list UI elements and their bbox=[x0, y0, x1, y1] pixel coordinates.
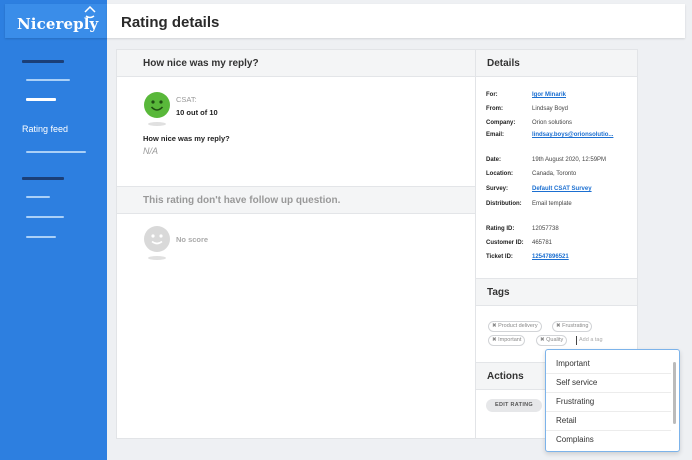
from-label: From: bbox=[486, 106, 503, 112]
sidebar-item-6[interactable] bbox=[22, 177, 64, 180]
question-header-text: How nice was my reply? bbox=[143, 58, 259, 69]
actions-title: Actions bbox=[487, 371, 524, 382]
dropdown-option-self-service[interactable]: Self service bbox=[546, 373, 671, 393]
option-label: Frustrating bbox=[556, 397, 595, 406]
dropdown-option-complains[interactable]: Complains bbox=[546, 430, 671, 449]
tag-label: Frustrating bbox=[562, 323, 589, 329]
sidebar-item-8[interactable] bbox=[26, 216, 64, 218]
smiley-shadow bbox=[148, 256, 166, 260]
tags-title: Tags bbox=[487, 287, 510, 298]
from-value: Lindsay Boyd bbox=[532, 106, 569, 112]
sidebar-item-2[interactable] bbox=[26, 79, 70, 81]
answer-text: N/A bbox=[143, 146, 159, 156]
sidebar-item-5[interactable] bbox=[26, 151, 86, 153]
followup-header: This rating don't have follow up questio… bbox=[117, 186, 475, 214]
page-title: Rating details bbox=[121, 14, 220, 31]
tag-suggestions-dropdown: Important Self service Frustrating Retai… bbox=[545, 349, 680, 452]
survey-label: Survey: bbox=[486, 186, 509, 192]
question-text: How nice was my reply? bbox=[143, 134, 230, 143]
dropdown-scrollbar[interactable] bbox=[673, 362, 676, 424]
customer-id-label: Customer ID: bbox=[486, 240, 524, 246]
sidebar: Nicereply Rating feed bbox=[0, 0, 107, 460]
location-value: Canada, Toronto bbox=[532, 171, 577, 177]
sidebar-item-7[interactable] bbox=[26, 196, 50, 198]
remove-tag-icon[interactable]: ✖ bbox=[540, 337, 545, 343]
tags-header: Tags bbox=[476, 278, 637, 306]
sidebar-item-3[interactable] bbox=[26, 98, 56, 101]
top-bar: Rating details bbox=[107, 4, 685, 38]
happy-smiley-icon bbox=[144, 92, 170, 118]
email-link[interactable]: lindsay.boys@orionsolutio... bbox=[532, 132, 613, 138]
rating-id-value: 12057738 bbox=[532, 226, 559, 232]
edit-rating-button[interactable]: EDIT RATING bbox=[486, 399, 542, 412]
remove-tag-icon[interactable]: ✖ bbox=[492, 323, 497, 329]
for-label: For: bbox=[486, 92, 498, 98]
remove-tag-icon[interactable]: ✖ bbox=[556, 323, 561, 329]
distribution-label: Distribution: bbox=[486, 201, 522, 207]
survey-link[interactable]: Default CSAT Survey bbox=[532, 186, 592, 192]
company-label: Company: bbox=[486, 120, 516, 126]
for-link[interactable]: Igor Minarik bbox=[532, 92, 566, 98]
smiley-shadow bbox=[148, 122, 166, 126]
distribution-value: Email template bbox=[532, 201, 572, 207]
logo-icon bbox=[84, 6, 96, 19]
sidebar-item-1[interactable] bbox=[22, 60, 64, 63]
followup-header-text: This rating don't have follow up questio… bbox=[143, 195, 341, 206]
date-value: 19th August 2020, 12:59PM bbox=[532, 157, 607, 163]
neutral-smiley-icon bbox=[144, 226, 170, 252]
location-label: Location: bbox=[486, 171, 513, 177]
company-value: Orion solutions bbox=[532, 120, 573, 126]
tag-important[interactable]: ✖ Important bbox=[488, 335, 526, 346]
details-title: Details bbox=[487, 58, 520, 69]
email-label: Email: bbox=[486, 132, 505, 138]
logo-area[interactable]: Nicereply bbox=[5, 4, 107, 38]
details-header: Details bbox=[476, 50, 637, 77]
ticket-id-link[interactable]: 12547896521 bbox=[532, 254, 569, 260]
no-score-text: No score bbox=[176, 235, 209, 244]
sidebar-item-9[interactable] bbox=[26, 236, 56, 238]
sidebar-item-rating-feed[interactable]: Rating feed bbox=[22, 124, 68, 134]
tag-label: Important bbox=[498, 337, 522, 343]
option-label: Retail bbox=[556, 416, 577, 425]
option-label: Complains bbox=[556, 435, 594, 444]
dropdown-option-retail[interactable]: Retail bbox=[546, 411, 671, 431]
rating-id-label: Rating ID: bbox=[486, 226, 515, 232]
dropdown-option-frustrating[interactable]: Frustrating bbox=[546, 392, 671, 412]
customer-id-value: 465781 bbox=[532, 240, 553, 246]
ticket-id-label: Ticket ID: bbox=[486, 254, 513, 260]
question-header: How nice was my reply? bbox=[117, 50, 475, 77]
tag-quality[interactable]: ✖ Quality bbox=[536, 335, 568, 346]
option-label: Self service bbox=[556, 378, 598, 387]
remove-tag-icon[interactable]: ✖ bbox=[492, 337, 497, 343]
csat-label: CSAT: bbox=[176, 95, 197, 104]
dropdown-option-important[interactable]: Important bbox=[546, 354, 671, 374]
option-label: Important bbox=[556, 359, 590, 368]
csat-value: 10 out of 10 bbox=[176, 108, 218, 117]
tag-label: Product delivery bbox=[498, 323, 538, 329]
tag-frustrating[interactable]: ✖ Frustrating bbox=[552, 321, 593, 332]
tag-input[interactable]: Add a tag bbox=[576, 336, 603, 345]
date-label: Date: bbox=[486, 157, 502, 163]
tag-label: Quality bbox=[546, 337, 564, 343]
tag-product-delivery[interactable]: ✖ Product delivery bbox=[488, 321, 542, 332]
